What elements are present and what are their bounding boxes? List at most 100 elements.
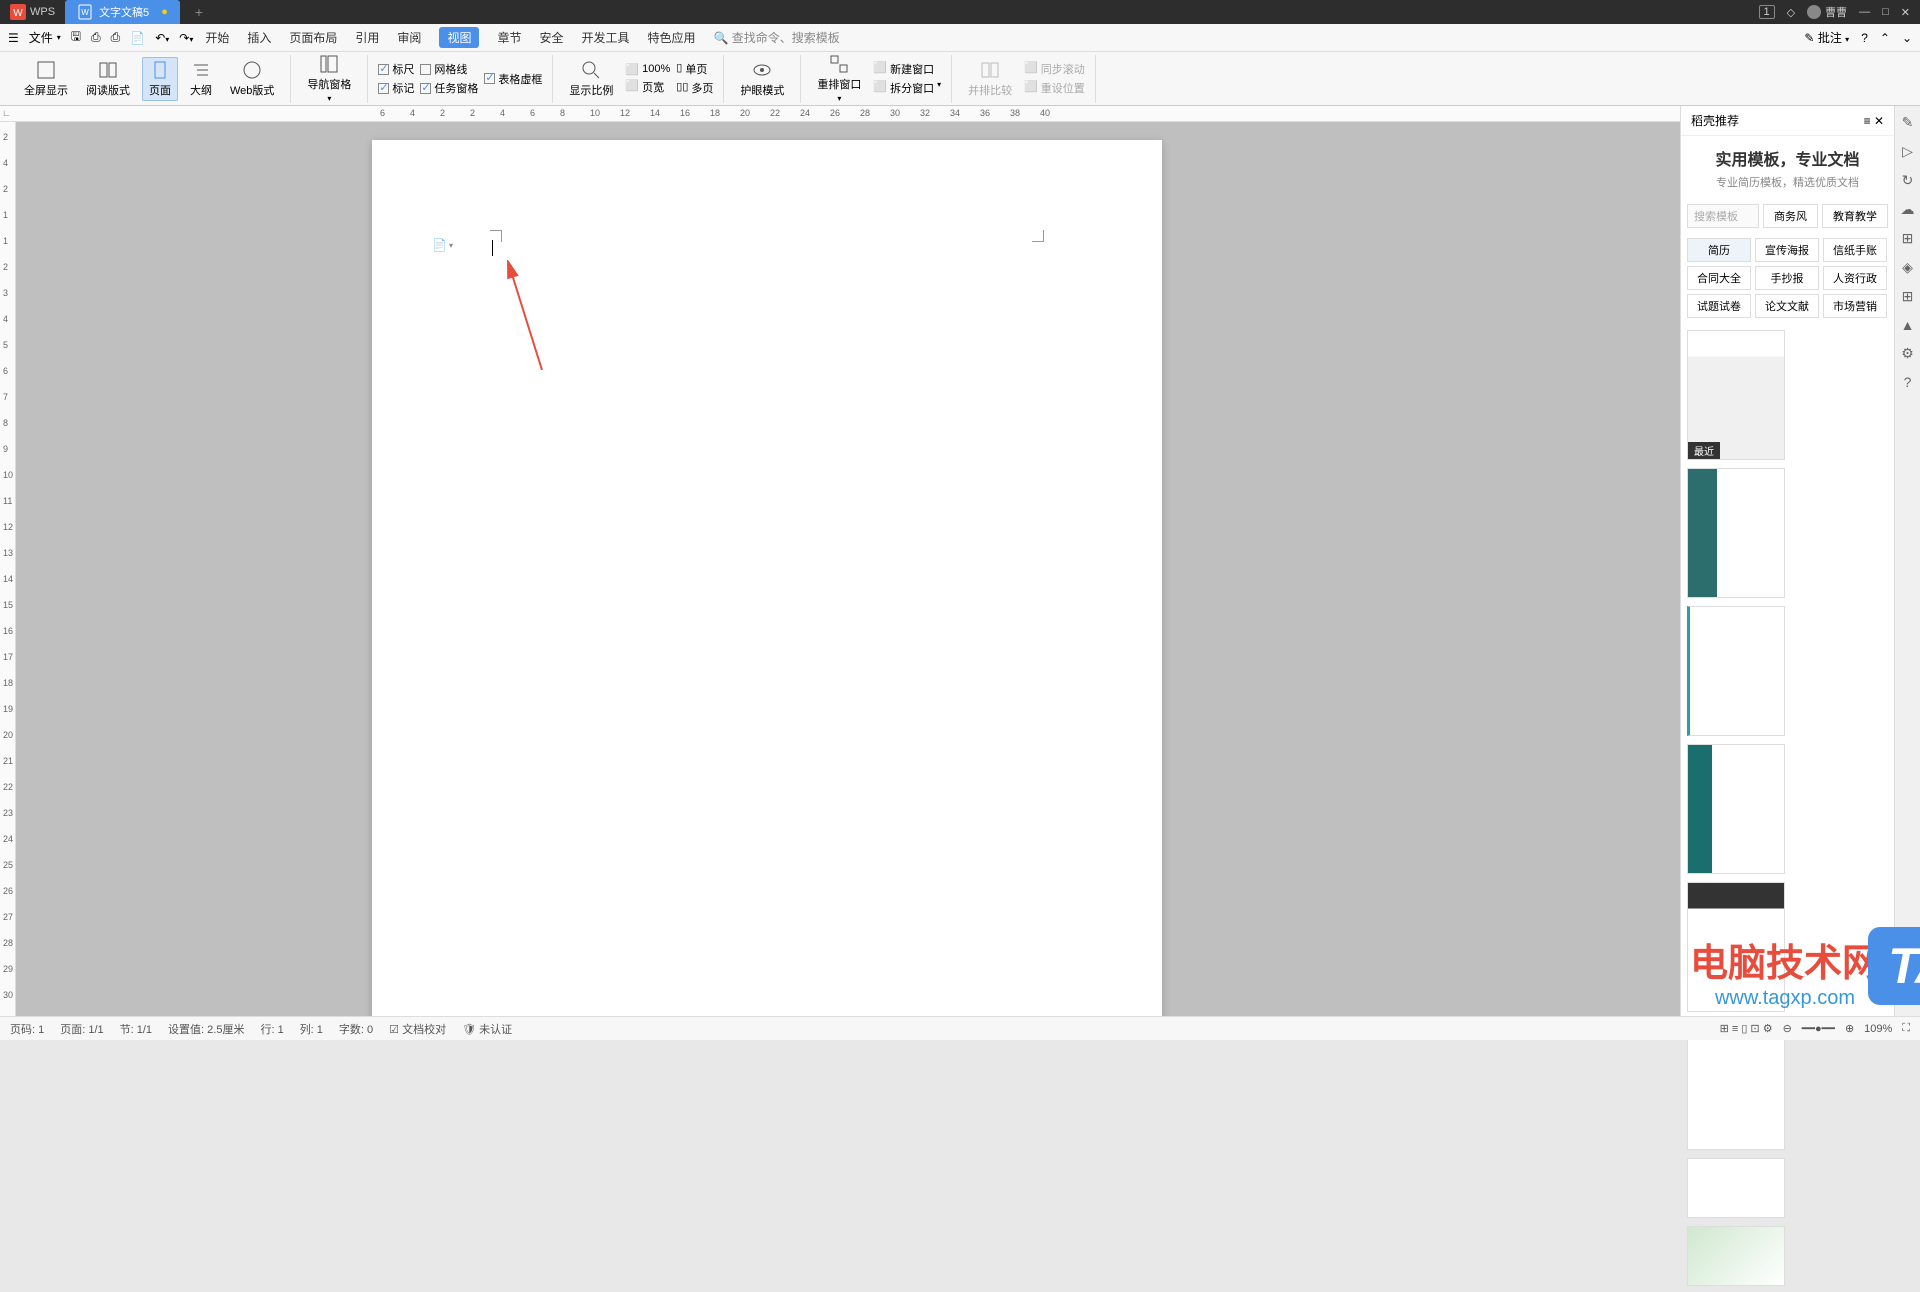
eye-protect-button[interactable]: 护眼模式 bbox=[734, 58, 790, 100]
reading-mode-button[interactable]: 阅读版式 bbox=[80, 58, 136, 100]
task-pane-checkbox[interactable]: 任务窗格 bbox=[420, 80, 478, 96]
zoom-out-icon[interactable]: ⊖ bbox=[1783, 1022, 1792, 1035]
file-menu[interactable]: 文件▾ bbox=[29, 29, 61, 46]
template-item[interactable]: 最近 bbox=[1687, 330, 1785, 460]
sidebar-property-icon[interactable]: ⊞ bbox=[1902, 230, 1914, 247]
sidebar-shape-icon[interactable]: ◈ bbox=[1902, 259, 1913, 276]
multi-page-button[interactable]: ▯▯多页 bbox=[676, 80, 713, 96]
arrange-windows-button[interactable]: 重排窗口▾ bbox=[811, 52, 867, 105]
template-item[interactable] bbox=[1687, 1158, 1785, 1218]
single-page-button[interactable]: ▯单页 bbox=[676, 61, 713, 77]
markup-checkbox[interactable]: 标记 bbox=[378, 80, 414, 96]
tag-marketing[interactable]: 市场营销 bbox=[1823, 294, 1887, 318]
vertical-ruler[interactable]: 2421123456789101112131415161718192021222… bbox=[0, 122, 16, 1016]
menu-devtools[interactable]: 开发工具 bbox=[581, 29, 629, 46]
status-proof[interactable]: ☑ 文档校对 bbox=[389, 1021, 446, 1037]
tag-poster[interactable]: 宣传海报 bbox=[1755, 238, 1819, 262]
menu-insert[interactable]: 插入 bbox=[247, 29, 271, 46]
menu-icon[interactable]: ☰ bbox=[8, 31, 19, 45]
tag-exam[interactable]: 试题试卷 bbox=[1687, 294, 1751, 318]
nav-pane-button[interactable]: 导航窗格▾ bbox=[301, 52, 357, 105]
zoom-in-icon[interactable]: ⊕ bbox=[1845, 1022, 1854, 1035]
menu-view[interactable]: 视图 bbox=[439, 27, 479, 48]
new-window-button[interactable]: ⬜新建窗口 bbox=[873, 61, 941, 77]
menu-features[interactable]: 特色应用 bbox=[648, 29, 696, 46]
menu-layout[interactable]: 页面布局 bbox=[289, 29, 337, 46]
sidebar-image-icon[interactable]: ▲ bbox=[1901, 317, 1915, 333]
tag-letter[interactable]: 信纸手账 bbox=[1823, 238, 1887, 262]
tag-contract[interactable]: 合同大全 bbox=[1687, 266, 1751, 290]
status-page-num[interactable]: 页码: 1 bbox=[10, 1021, 44, 1037]
tag-paper[interactable]: 论文文献 bbox=[1755, 294, 1819, 318]
expand-ribbon-icon[interactable]: ⌄ bbox=[1902, 31, 1912, 45]
ruler-checkbox[interactable]: 标尺 bbox=[378, 61, 414, 77]
template-item[interactable] bbox=[1687, 606, 1785, 736]
outline-button[interactable]: 大纲 bbox=[184, 58, 218, 100]
menu-review[interactable]: 审阅 bbox=[397, 29, 421, 46]
sidebar-settings-icon[interactable]: ⚙ bbox=[1901, 345, 1914, 362]
minimize-button[interactable]: — bbox=[1859, 6, 1870, 18]
zoom-value[interactable]: 109% bbox=[1864, 1023, 1892, 1035]
filter-education-button[interactable]: 教育教学 bbox=[1822, 204, 1888, 228]
sidebar-refresh-icon[interactable]: ↻ bbox=[1902, 172, 1914, 189]
menu-security[interactable]: 安全 bbox=[539, 29, 563, 46]
view-mode-icons[interactable]: ⊞ ≡ ▯ ⊡ ⚙ bbox=[1720, 1022, 1773, 1035]
skin-icon[interactable]: ◇ bbox=[1787, 6, 1795, 19]
collapse-ribbon-icon[interactable]: ⌃ bbox=[1880, 31, 1890, 45]
template-search-input[interactable]: 搜索模板 bbox=[1687, 204, 1759, 228]
table-grid-checkbox[interactable]: 表格虚框 bbox=[484, 71, 542, 87]
fit-icon[interactable]: ⛶ bbox=[1902, 1022, 1910, 1035]
panel-close-icon[interactable]: ✕ bbox=[1874, 114, 1884, 128]
template-item[interactable] bbox=[1687, 1226, 1785, 1286]
export-icon[interactable]: ⎙ bbox=[91, 30, 101, 45]
badge-icon[interactable]: 1 bbox=[1759, 5, 1775, 19]
comment-button[interactable]: ✎ 批注 ▾ bbox=[1804, 29, 1849, 46]
status-cert[interactable]: 🛡 未认证 bbox=[462, 1021, 512, 1037]
sidebar-help-icon[interactable]: ? bbox=[1904, 374, 1912, 390]
wps-logo[interactable]: W WPS bbox=[0, 4, 65, 20]
print-icon[interactable]: ⎙ bbox=[111, 30, 121, 45]
panel-menu-icon[interactable]: ≡ bbox=[1864, 114, 1871, 128]
save-icon[interactable]: 🖫 bbox=[71, 27, 81, 48]
undo-icon[interactable]: ↶▾ bbox=[155, 31, 169, 45]
search-box[interactable]: 🔍 查找命令、搜索模板 bbox=[714, 29, 840, 46]
status-chars[interactable]: 字数: 0 bbox=[339, 1021, 373, 1037]
maximize-button[interactable]: □ bbox=[1882, 6, 1889, 18]
status-page[interactable]: 页面: 1/1 bbox=[60, 1021, 103, 1037]
menu-start[interactable]: 开始 bbox=[205, 29, 229, 46]
status-setting[interactable]: 设置值: 2.5厘米 bbox=[168, 1021, 244, 1037]
fullscreen-button[interactable]: 全屏显示 bbox=[18, 58, 74, 100]
web-mode-button[interactable]: Web版式 bbox=[224, 58, 280, 100]
zoom-slider[interactable]: ━━●━━ bbox=[1802, 1022, 1835, 1035]
horizontal-ruler[interactable]: ∟ 64224681012141618202224262830323436384… bbox=[0, 106, 1920, 122]
status-col[interactable]: 列: 1 bbox=[300, 1021, 323, 1037]
page-width-button[interactable]: ⬜页宽 bbox=[625, 79, 670, 95]
new-tab-button[interactable]: + bbox=[195, 4, 203, 20]
split-window-button[interactable]: ⬜拆分窗口▾ bbox=[873, 80, 941, 96]
paste-options-icon[interactable]: 📄▾ bbox=[432, 238, 453, 252]
help-icon[interactable]: ? bbox=[1861, 31, 1868, 45]
sidebar-cloud-icon[interactable]: ☁ bbox=[1901, 201, 1915, 218]
grid-checkbox[interactable]: 网格线 bbox=[420, 61, 478, 77]
status-section[interactable]: 节: 1/1 bbox=[120, 1021, 152, 1037]
zoom-100-button[interactable]: ⬜100% bbox=[625, 63, 670, 76]
close-button[interactable]: ✕ bbox=[1901, 6, 1910, 19]
sidebar-edit-icon[interactable]: ✎ bbox=[1902, 114, 1914, 131]
template-item[interactable] bbox=[1687, 468, 1785, 598]
tag-handwritten[interactable]: 手抄报 bbox=[1755, 266, 1819, 290]
user-avatar-icon[interactable]: 曹曹 bbox=[1807, 4, 1847, 20]
redo-icon[interactable]: ↷▾ bbox=[179, 31, 193, 45]
print-preview-icon[interactable]: 📄 bbox=[130, 31, 145, 45]
document-page[interactable]: 📄▾ bbox=[372, 140, 1162, 1016]
menu-references[interactable]: 引用 bbox=[355, 29, 379, 46]
document-tab[interactable]: W 文字文稿5 ● bbox=[65, 0, 180, 24]
status-row[interactable]: 行: 1 bbox=[260, 1021, 283, 1037]
sidebar-select-icon[interactable]: ▷ bbox=[1902, 143, 1913, 160]
tag-resume[interactable]: 简历 bbox=[1687, 238, 1751, 262]
menu-chapter[interactable]: 章节 bbox=[497, 29, 521, 46]
tag-hr[interactable]: 人资行政 bbox=[1823, 266, 1887, 290]
filter-business-button[interactable]: 商务风 bbox=[1763, 204, 1818, 228]
template-item[interactable] bbox=[1687, 744, 1785, 874]
page-mode-button[interactable]: 页面 bbox=[142, 57, 178, 101]
zoom-button[interactable]: 显示比例 bbox=[563, 58, 619, 100]
